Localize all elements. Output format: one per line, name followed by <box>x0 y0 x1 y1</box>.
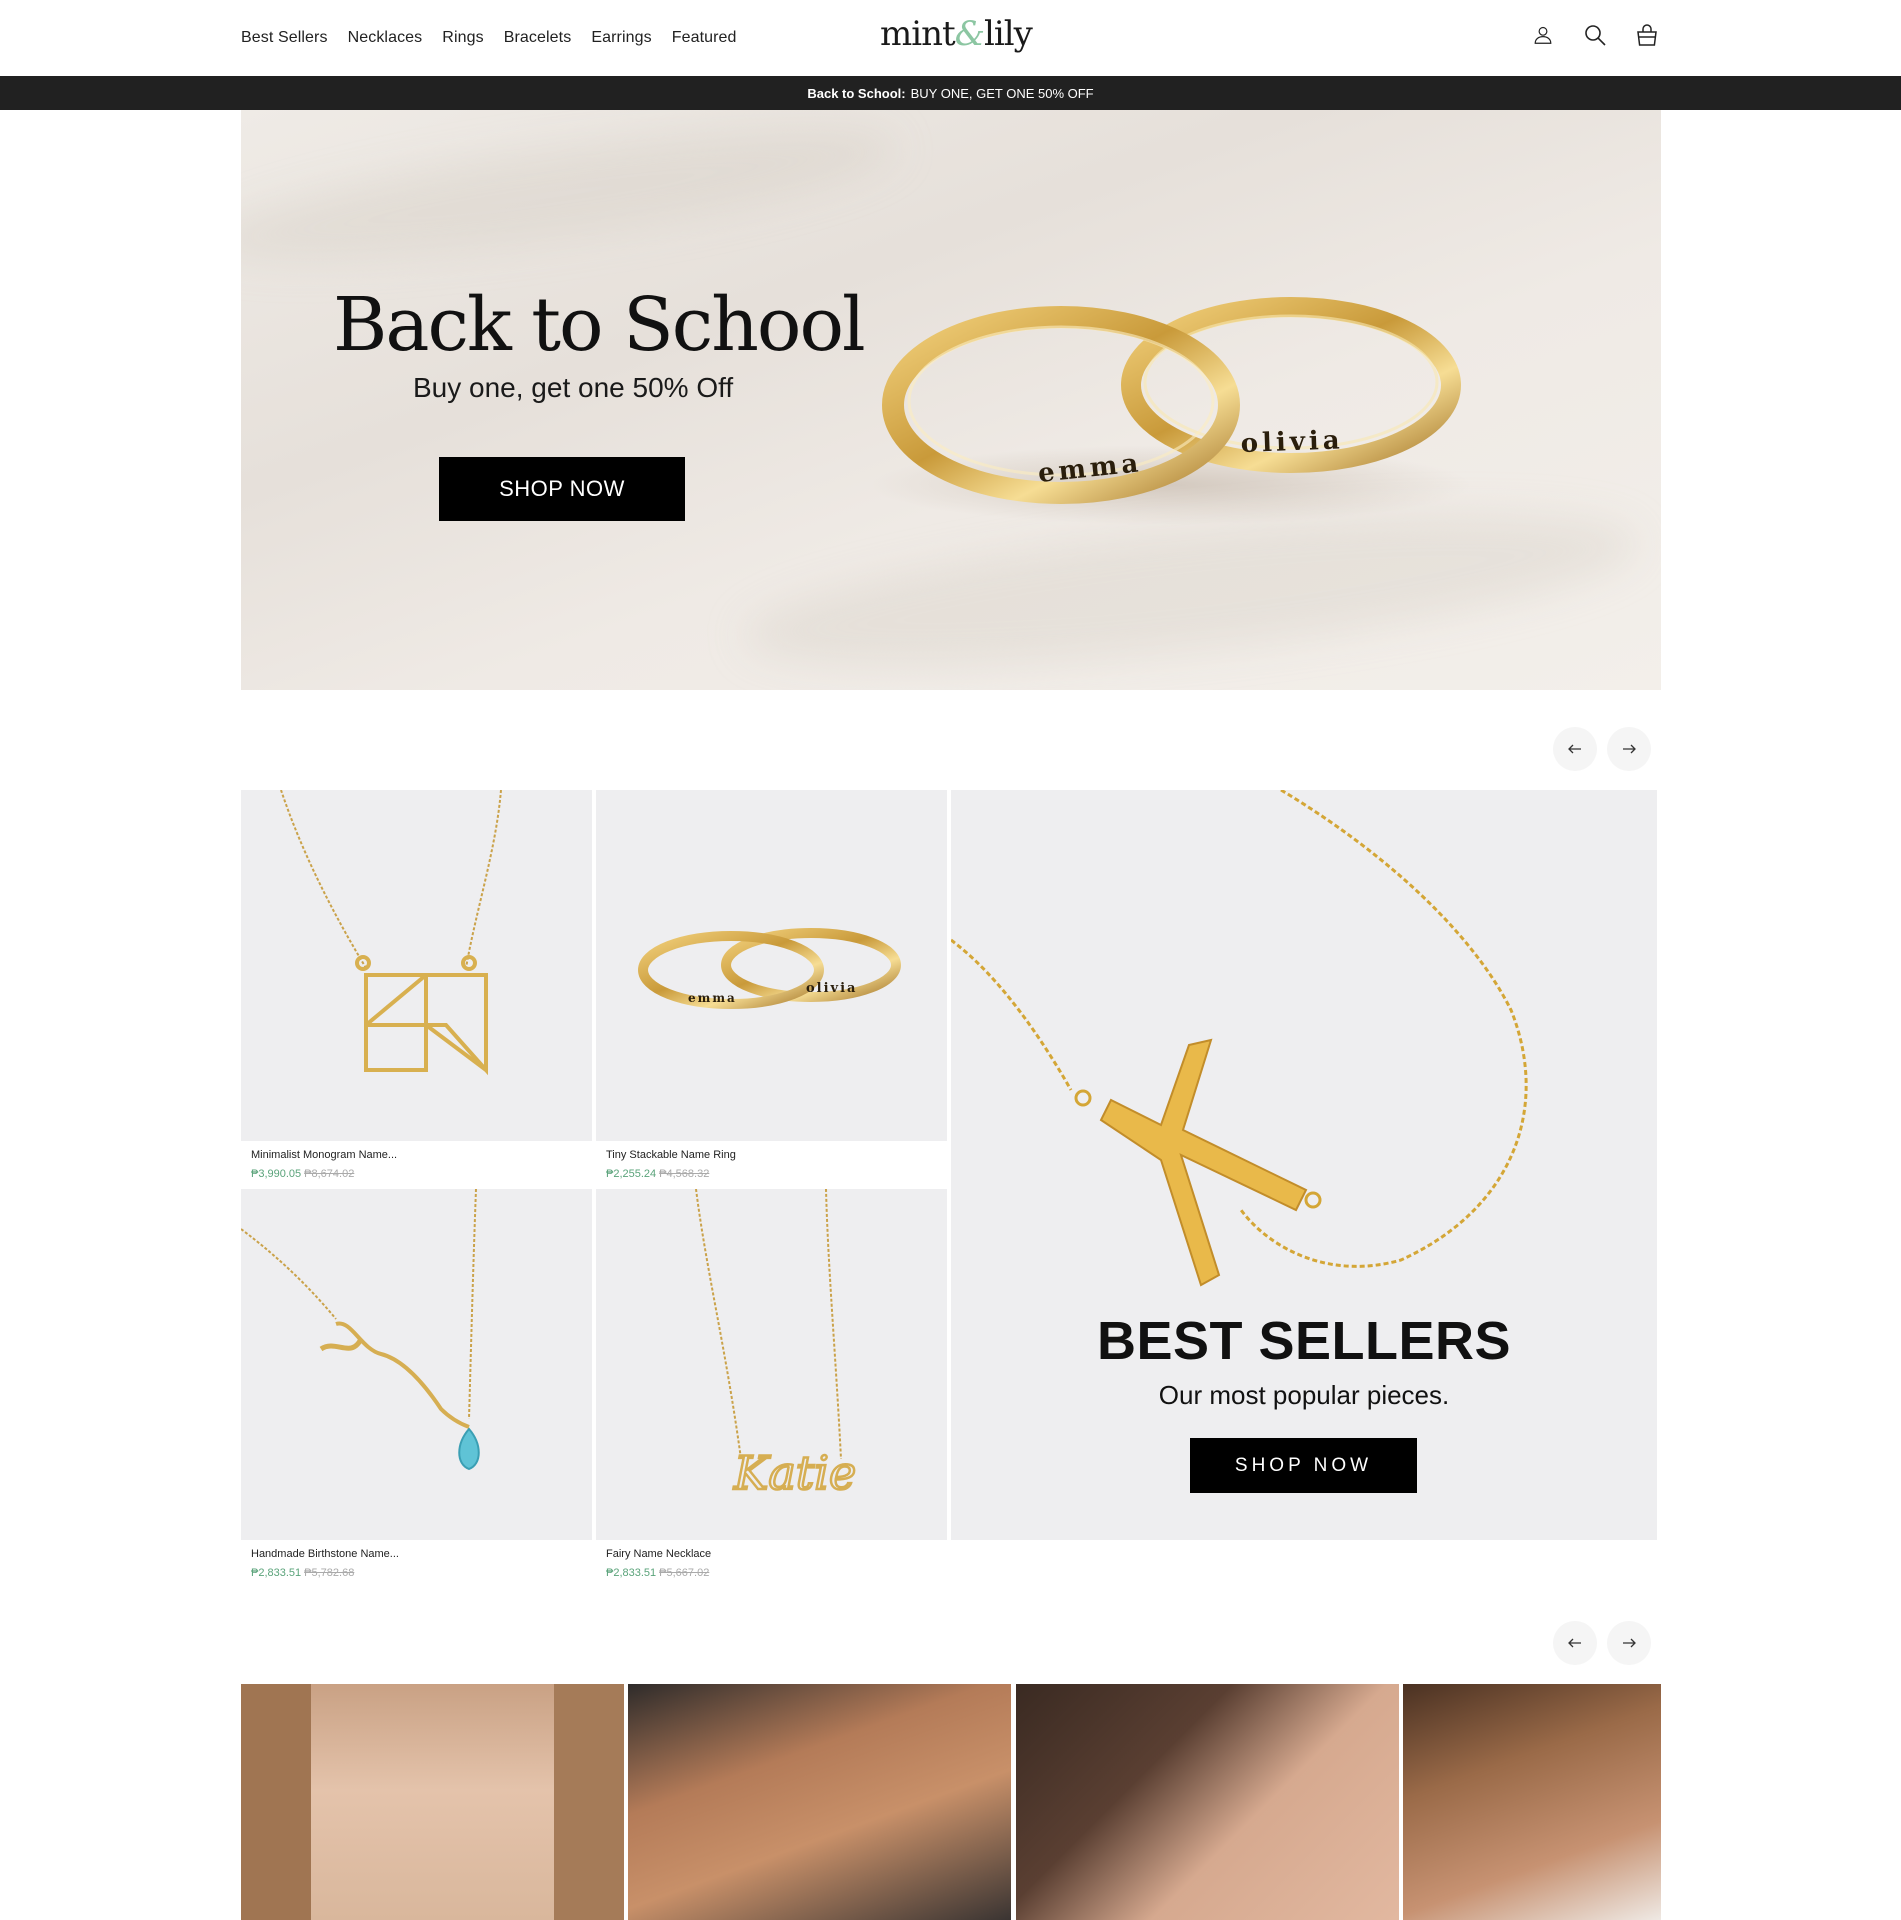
product-image[interactable] <box>241 790 592 1141</box>
best-sellers-subtitle: Our most popular pieces. <box>1158 1380 1450 1410</box>
marble-texture <box>241 110 904 289</box>
ring-engraving-olivia: olivia <box>806 981 857 996</box>
original-price: ₱5,782.68 <box>304 1567 355 1579</box>
best-sellers-title: BEST SELLERS <box>1096 1311 1512 1371</box>
product-name[interactable]: Fairy Name Necklace <box>606 1548 711 1560</box>
main-nav: Best Sellers Necklaces Rings Bracelets E… <box>241 0 737 76</box>
arrow-right-icon <box>1623 1638 1636 1648</box>
product-card[interactable]: Handmade Birthstone Name... ₱2,833.51 ₱5,… <box>241 1189 592 1585</box>
nav-bracelets[interactable]: Bracelets <box>504 29 572 47</box>
arrow-left-icon <box>1568 744 1581 754</box>
announcement-text: BUY ONE, GET ONE 50% OFF <box>910 85 1094 101</box>
site-header: Best Sellers Necklaces Rings Bracelets E… <box>0 0 1901 76</box>
letter-k-necklace-image <box>951 790 1528 1287</box>
product-prices: ₱2,255.24 ₱4,568.32 <box>606 1168 709 1180</box>
product-card[interactable]: emma olivia Tiny Stackable Name Ring ₱2,… <box>596 790 947 1186</box>
lifestyle-necklace-photo[interactable] <box>241 1684 624 1920</box>
product-image[interactable]: emma olivia <box>596 790 947 1141</box>
product-name[interactable]: Tiny Stackable Name Ring <box>606 1149 736 1161</box>
nav-earrings[interactable]: Earrings <box>591 29 651 47</box>
carousel-controls <box>1553 1621 1651 1665</box>
account-icon[interactable] <box>1530 22 1556 48</box>
ring-engraving-emma: emma <box>688 991 737 1005</box>
product-prices: ₱2,833.51 ₱5,667.02 <box>606 1567 709 1579</box>
lifestyle-ring-photo[interactable] <box>628 1684 1011 1920</box>
product-name[interactable]: Minimalist Monogram Name... <box>251 1149 397 1161</box>
carousel-prev-button[interactable] <box>1553 727 1597 771</box>
product-image[interactable] <box>241 1189 592 1540</box>
product-image[interactable]: Katie <box>596 1189 947 1540</box>
gold-name-rings-image: emma olivia <box>871 297 1471 525</box>
hair-shape <box>241 1684 311 1920</box>
nav-necklaces[interactable]: Necklaces <box>348 29 423 47</box>
carousel-controls <box>1553 727 1651 771</box>
product-card[interactable]: Katie Fairy Name Necklace ₱2,833.51 ₱5,66… <box>596 1189 947 1585</box>
hair-shape <box>554 1684 624 1920</box>
logo[interactable]: mint&lily <box>880 14 1033 54</box>
product-card[interactable]: Minimalist Monogram Name... ₱3,990.05 ₱8,… <box>241 790 592 1186</box>
carousel-next-button[interactable] <box>1607 1621 1651 1665</box>
sale-price: ₱2,833.51 <box>251 1567 302 1579</box>
hero-banner[interactable]: Back to School Buy one, get one 50% Off … <box>241 110 1661 690</box>
product-prices: ₱3,990.05 ₱8,674.02 <box>251 1168 354 1180</box>
best-sellers-promo[interactable]: BEST SELLERS Our most popular pieces. SH… <box>951 790 1657 1540</box>
best-sellers-shop-now-button[interactable]: SHOP NOW <box>1190 1438 1417 1493</box>
lifestyle-necklace-photo[interactable] <box>1403 1684 1661 1920</box>
hero-title: Back to School <box>333 282 866 368</box>
arrow-right-icon <box>1623 744 1636 754</box>
header-icons <box>1530 22 1660 48</box>
product-prices: ₱2,833.51 ₱5,782.68 <box>251 1567 354 1579</box>
search-icon[interactable] <box>1582 22 1608 48</box>
announcement-bar[interactable]: Back to School: BUY ONE, GET ONE 50% OFF <box>0 76 1901 110</box>
original-price: ₱4,568.32 <box>659 1168 710 1180</box>
sale-price: ₱2,833.51 <box>606 1567 657 1579</box>
nav-best-sellers[interactable]: Best Sellers <box>241 29 328 47</box>
hero-subtitle: Buy one, get one 50% Off <box>413 372 734 403</box>
arrow-left-icon <box>1568 1638 1581 1648</box>
lifestyle-earring-photo[interactable] <box>1016 1684 1399 1920</box>
product-name[interactable]: Handmade Birthstone Name... <box>251 1548 399 1560</box>
nav-featured[interactable]: Featured <box>672 29 737 47</box>
original-price: ₱5,667.02 <box>659 1567 710 1579</box>
hero-shop-now-button[interactable]: SHOP NOW <box>439 457 685 521</box>
ring-engraving-olivia: olivia <box>1240 425 1344 459</box>
original-price: ₱8,674.02 <box>304 1168 355 1180</box>
carousel-prev-button[interactable] <box>1553 1621 1597 1665</box>
nav-rings[interactable]: Rings <box>442 29 483 47</box>
sale-price: ₱3,990.05 <box>251 1168 302 1180</box>
announcement-label: Back to School: <box>807 85 906 101</box>
script-name-katie: Katie <box>733 1446 856 1500</box>
cart-icon[interactable] <box>1634 22 1660 48</box>
carousel-next-button[interactable] <box>1607 727 1651 771</box>
sale-price: ₱2,255.24 <box>606 1168 657 1180</box>
